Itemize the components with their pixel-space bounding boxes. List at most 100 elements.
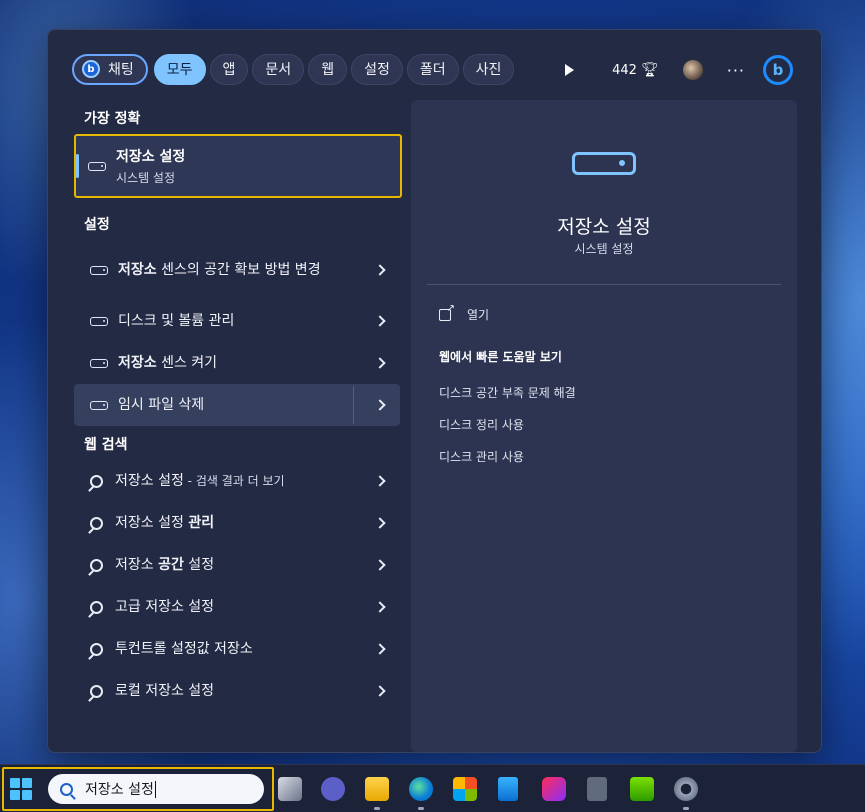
results-list: 가장 정확 저장소 설정 시스템 설정 설정 저장소 센스의 공간 확보 방법 …: [74, 102, 404, 712]
best-match-heading: 가장 정확: [84, 111, 141, 127]
help-link-low-disk[interactable]: 디스크 공간 부족 문제 해결: [439, 384, 576, 401]
filter-web-button[interactable]: 웹: [308, 53, 348, 85]
result-label: 저장소 설정: [115, 472, 184, 489]
more-options-icon[interactable]: ···: [727, 61, 745, 80]
chevron-right-icon: [374, 517, 386, 529]
result-bold: 관리: [188, 514, 215, 531]
chevron-right-icon: [374, 685, 386, 697]
web-result-local[interactable]: 로컬 저장소 설정: [74, 670, 400, 712]
result-label: 로컬 저장소 설정: [115, 682, 215, 699]
web-result-manage[interactable]: 저장소 설정 관리: [74, 502, 400, 544]
search-icon: [90, 684, 103, 698]
file-explorer-icon[interactable]: [365, 777, 389, 801]
settings-result-disk-volume[interactable]: 디스크 및 볼륨 관리: [74, 300, 400, 342]
help-link-disk-cleanup[interactable]: 디스크 정리 사용: [439, 416, 524, 433]
best-match-subtitle: 시스템 설정: [116, 171, 176, 185]
nvidia-icon[interactable]: [630, 777, 654, 801]
play-icon[interactable]: [565, 64, 575, 76]
chevron-right-icon: [374, 475, 386, 487]
chevron-right-icon: [374, 315, 386, 327]
search-icon: [60, 782, 73, 796]
teams-chat-icon[interactable]: [321, 777, 345, 801]
top-right-controls: 442 🏆︎ ··· b: [565, 54, 793, 86]
running-indicator: [683, 807, 689, 810]
search-icon: [90, 474, 103, 488]
result-label: 센스의 공간 확보 방법 변경: [156, 261, 321, 278]
filter-folders-button[interactable]: 폴더: [406, 53, 459, 85]
search-icon: [90, 600, 103, 614]
settings-gear-icon[interactable]: [674, 777, 698, 801]
edge-browser-icon[interactable]: [409, 777, 433, 801]
search-panel: b 채팅 모두 앱 문서 웹 설정 폴더 사진 442 🏆︎ ··· b 가장 …: [47, 29, 822, 753]
result-label: 저장소 설정: [115, 514, 189, 531]
chevron-right-icon[interactable]: [374, 399, 386, 411]
filter-settings-button[interactable]: 설정: [351, 53, 403, 85]
chevron-right-icon: [374, 559, 386, 571]
trophy-icon[interactable]: 🏆︎: [641, 62, 659, 78]
chevron-right-icon: [374, 264, 386, 276]
result-label: 투컨트롤 설정값 저장소: [115, 640, 253, 657]
taskbar-search-input[interactable]: 저장소 설정: [48, 774, 264, 804]
search-icon: [90, 516, 103, 530]
help-heading: 웹에서 빠른 도움말 보기: [439, 350, 562, 364]
filter-all-button[interactable]: 모두: [153, 53, 206, 85]
result-label: 디스크 및 볼륨 관리: [118, 312, 235, 329]
task-view-icon[interactable]: [278, 777, 302, 801]
drive-icon: [88, 161, 106, 171]
rewards-points[interactable]: 442: [612, 63, 637, 78]
help-link-disk-management[interactable]: 디스크 관리 사용: [439, 448, 524, 465]
filter-chat-label: 채팅: [108, 62, 134, 78]
divider: [353, 386, 354, 424]
filter-apps-button[interactable]: 앱: [209, 53, 249, 85]
filter-bar: b 채팅 모두 앱 문서 웹 설정 폴더 사진: [72, 52, 518, 86]
running-indicator: [418, 807, 424, 810]
drive-icon: [90, 316, 108, 326]
avatar[interactable]: [682, 60, 703, 80]
result-bold: 저장소: [118, 261, 157, 278]
drive-icon: [90, 265, 108, 275]
web-result-twocontrol[interactable]: 투컨트롤 설정값 저장소: [74, 628, 400, 670]
result-label: 저장소: [115, 556, 159, 573]
filter-documents-button[interactable]: 문서: [252, 53, 305, 85]
open-label: 열기: [467, 308, 490, 322]
chevron-right-icon: [374, 643, 386, 655]
search-icon: [90, 642, 103, 656]
preview-pane: 저장소 설정 시스템 설정 열기 웹에서 빠른 도움말 보기 디스크 공간 부족…: [411, 100, 797, 752]
taskbar: 저장소 설정: [0, 764, 865, 812]
bing-chat-icon[interactable]: b: [763, 55, 793, 85]
microsoft-store-icon[interactable]: [453, 777, 477, 801]
preview-title: 저장소 설정: [557, 216, 651, 238]
web-result-more[interactable]: 저장소 설정 - 검색 결과 더 보기: [74, 460, 400, 502]
settings-result-storage-sense-free-space[interactable]: 저장소 센스의 공간 확보 방법 변경: [74, 240, 400, 300]
settings-result-temp-files[interactable]: 임시 파일 삭제: [74, 384, 400, 426]
running-indicator: [374, 807, 380, 810]
open-external-icon: [439, 303, 455, 321]
chevron-right-icon: [374, 601, 386, 613]
settings-result-storage-sense-on[interactable]: 저장소 센스 켜기: [74, 342, 400, 384]
best-match-item[interactable]: 저장소 설정 시스템 설정: [74, 134, 402, 198]
windows-start-icon[interactable]: [10, 778, 32, 800]
calculator-icon[interactable]: [587, 777, 607, 801]
result-bold: 공간: [158, 556, 184, 573]
web-result-space[interactable]: 저장소 공간 설정: [74, 544, 400, 586]
preview-subtitle: 시스템 설정: [574, 242, 634, 256]
result-suffix: - 검색 결과 더 보기: [183, 473, 285, 488]
phone-link-icon[interactable]: [498, 777, 518, 801]
web-search-heading: 웹 검색: [84, 437, 128, 453]
web-result-advanced[interactable]: 고급 저장소 설정: [74, 586, 400, 628]
drive-icon: [90, 358, 108, 368]
bing-icon: b: [82, 60, 100, 78]
divider: [427, 284, 781, 285]
chevron-right-icon: [374, 357, 386, 369]
result-label: 센스 켜기: [156, 354, 218, 371]
filter-chat-button[interactable]: b 채팅: [72, 53, 148, 85]
open-action[interactable]: 열기: [439, 303, 490, 323]
filter-photos-button[interactable]: 사진: [462, 53, 515, 85]
drive-icon: [90, 400, 108, 410]
search-query: 저장소 설정: [85, 782, 154, 798]
selection-indicator: [76, 154, 79, 178]
text-caret: [154, 780, 156, 798]
settings-heading: 설정: [84, 217, 110, 233]
creative-cloud-icon[interactable]: [542, 777, 566, 801]
result-label: 임시 파일 삭제: [118, 396, 205, 413]
